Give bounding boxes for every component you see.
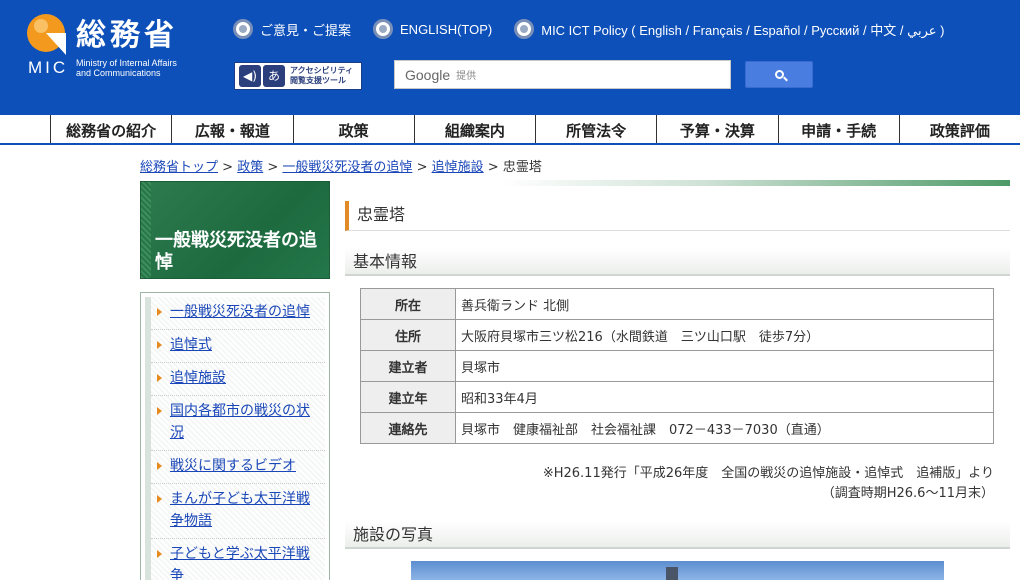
row-label: 建立者 <box>360 350 456 382</box>
speaker-icon: ◀) <box>239 65 261 87</box>
breadcrumb-link-memorial[interactable]: 一般戦災死没者の追悼 <box>282 160 412 175</box>
logo-text-mic: MIC <box>28 58 69 77</box>
top-links: ご意見・ご提案 ENGLISH(TOP) MIC ICT Policy ( En… <box>233 17 966 41</box>
sidebar-item-video[interactable]: 戦災に関するビデオ <box>151 451 325 484</box>
sidebar-banner: 一般戦災死没者の追悼 <box>140 181 330 279</box>
page-title: 忠霊塔 <box>345 201 1010 231</box>
table-row: 建立年 昭和33年4月 <box>360 381 994 413</box>
table-row: 住所 大阪府貝塚市三ツ松216（水間鉄道 三ツ山口駅 徒歩7分） <box>360 319 994 351</box>
logo-text-jp: 総務省 <box>76 18 178 53</box>
table-row: 連絡先 貝塚市 健康福祉部 社会福祉課 072－433－7030（直通） <box>360 412 994 444</box>
breadcrumb-link-facilities[interactable]: 追悼施設 <box>432 160 484 175</box>
row-label: 連絡先 <box>360 412 456 444</box>
radio-bullet-icon <box>373 19 394 39</box>
info-table: 所在 善兵衛ランド 北側 住所 大阪府貝塚市三ツ松216（水間鉄道 三ツ山口駅 … <box>360 288 994 444</box>
search-input[interactable]: Google 提供 <box>394 60 731 89</box>
nav-item-about[interactable]: 総務省の紹介 <box>50 115 171 143</box>
sidebar-item-facilities[interactable]: 追悼施設 <box>151 363 325 396</box>
nav-item-press[interactable]: 広報・報道 <box>171 115 292 143</box>
search-button[interactable] <box>745 61 813 88</box>
section-heading-photo: 施設の写真 <box>345 521 1010 549</box>
nav-item-budget[interactable]: 予算・決算 <box>656 115 777 143</box>
hiragana-icon: あ <box>263 65 285 87</box>
logo-text-en-2: and Communications <box>76 68 161 78</box>
row-value: 昭和33年4月 <box>455 381 994 413</box>
row-label: 建立年 <box>360 381 456 413</box>
tower-silhouette <box>666 567 678 580</box>
sidebar-item-ceremony[interactable]: 追悼式 <box>151 330 325 363</box>
row-value: 大阪府貝塚市三ツ松216（水間鉄道 三ツ山口駅 徒歩7分） <box>455 319 994 351</box>
table-row: 建立者 貝塚市 <box>360 350 994 382</box>
nav-item-evaluation[interactable]: 政策評価 <box>898 115 1020 143</box>
facility-photo <box>411 561 944 580</box>
row-value: 貝塚市 <box>455 350 994 382</box>
site-header: 総務省 MIC Ministry of Internal Affairs and… <box>0 0 1020 115</box>
table-row: 所在 善兵衛ランド 北側 <box>360 288 994 320</box>
source-note: ※H26.11発行「平成26年度 全国の戦災の追悼施設・追悼式 追補版」より （… <box>542 466 994 501</box>
sidebar-item-learn[interactable]: 子どもと学ぶ太平洋戦争 <box>151 539 325 580</box>
google-provided-label: 提供 <box>456 71 477 82</box>
sidebar-item-manga[interactable]: まんが子ども太平洋戦争物語 <box>151 484 325 539</box>
title-decoration-rule <box>500 180 1010 186</box>
row-label: 所在 <box>360 288 456 320</box>
radio-bullet-icon <box>233 19 253 39</box>
google-brand: Google <box>405 66 451 83</box>
sidebar-title: 一般戦災死没者の追悼 <box>155 230 317 273</box>
breadcrumb-link-policy[interactable]: 政策 <box>237 160 263 175</box>
nav-item-organization[interactable]: 組織案内 <box>413 115 535 143</box>
nav-item-policy[interactable]: 政策 <box>292 115 414 143</box>
accessibility-tool-button[interactable]: ◀) あ アクセシビリティ 閲覧支援ツール <box>234 62 362 90</box>
sidebar-item-memorial[interactable]: 一般戦災死没者の追悼 <box>151 297 325 330</box>
breadcrumb-link-top[interactable]: 総務省トップ <box>140 160 218 175</box>
nav-item-procedures[interactable]: 申請・手続 <box>777 115 899 143</box>
nav-item-laws[interactable]: 所管法令 <box>535 115 656 143</box>
global-nav: 総務省の紹介 広報・報道 政策 組織案内 所管法令 予算・決算 申請・手続 政策… <box>0 115 1020 145</box>
link-english[interactable]: ENGLISH(TOP) <box>373 19 492 39</box>
search-icon <box>774 70 784 79</box>
link-ict-policy[interactable]: MIC ICT Policy ( English / Français / Es… <box>514 19 944 39</box>
row-value: 善兵衛ランド 北側 <box>455 288 994 320</box>
link-opinion[interactable]: ご意見・ご提案 <box>233 19 351 39</box>
row-label: 住所 <box>360 319 456 351</box>
radio-bullet-icon <box>514 19 535 39</box>
breadcrumb-current: 忠霊塔 <box>502 160 542 175</box>
sidebar-menu: 一般戦災死没者の追悼 追悼式 追悼施設 国内各都市の戦災の状況 戦災に関するビデ… <box>140 292 330 580</box>
section-heading-basic-info: 基本情報 <box>345 248 1010 276</box>
breadcrumb: 総務省トップ > 政策 > 一般戦災死没者の追悼 > 追悼施設 > 忠霊塔 <box>140 160 542 175</box>
sidebar-item-city-damage[interactable]: 国内各都市の戦災の状況 <box>151 396 325 451</box>
row-value: 貝塚市 健康福祉部 社会福祉課 072－433－7030（直通） <box>455 412 994 444</box>
